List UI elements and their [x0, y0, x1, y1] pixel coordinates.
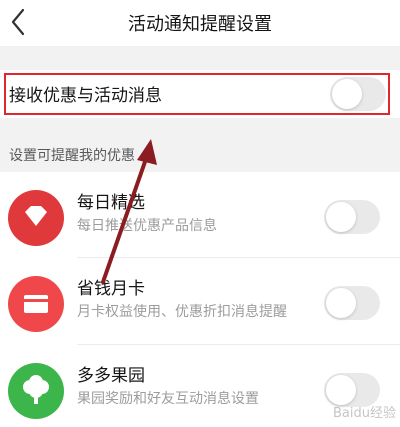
tree-icon	[23, 375, 49, 404]
offer-list: 每日精选 每日推送优惠产品信息 省钱月卡 月卡权益使用、优惠折扣消息提醒 多多果…	[0, 172, 400, 427]
daily-picks-desc: 每日推送优惠产品信息	[77, 218, 217, 234]
diamond-icon	[25, 206, 47, 226]
daily-picks-toggle[interactable]	[324, 200, 380, 234]
monthly-card-avatar	[8, 276, 64, 332]
monthly-card-toggle[interactable]	[324, 286, 380, 320]
section-title: 设置可提醒我的优惠	[9, 148, 135, 164]
orchard-name: 多多果园	[77, 366, 145, 386]
card-icon	[24, 295, 48, 313]
watermark: Baidu经验	[333, 406, 396, 421]
navigation-bar: 活动通知提醒设置	[0, 0, 400, 46]
monthly-card-name: 省钱月卡	[77, 279, 145, 299]
orchard-avatar	[8, 363, 64, 419]
daily-picks-name: 每日精选	[77, 193, 145, 213]
list-item-monthly-card[interactable]: 省钱月卡 月卡权益使用、优惠折扣消息提醒	[0, 258, 400, 343]
toggle-knob	[326, 202, 356, 232]
page-title: 活动通知提醒设置	[128, 14, 272, 35]
toggle-knob	[326, 375, 356, 405]
monthly-card-desc: 月卡权益使用、优惠折扣消息提醒	[77, 304, 287, 320]
list-item-daily-picks[interactable]: 每日精选 每日推送优惠产品信息	[0, 172, 400, 257]
highlight-box	[4, 73, 390, 115]
daily-picks-avatar	[8, 190, 64, 246]
orchard-desc: 果园奖励和好友互动消息设置	[77, 391, 259, 407]
toggle-knob	[326, 288, 356, 318]
